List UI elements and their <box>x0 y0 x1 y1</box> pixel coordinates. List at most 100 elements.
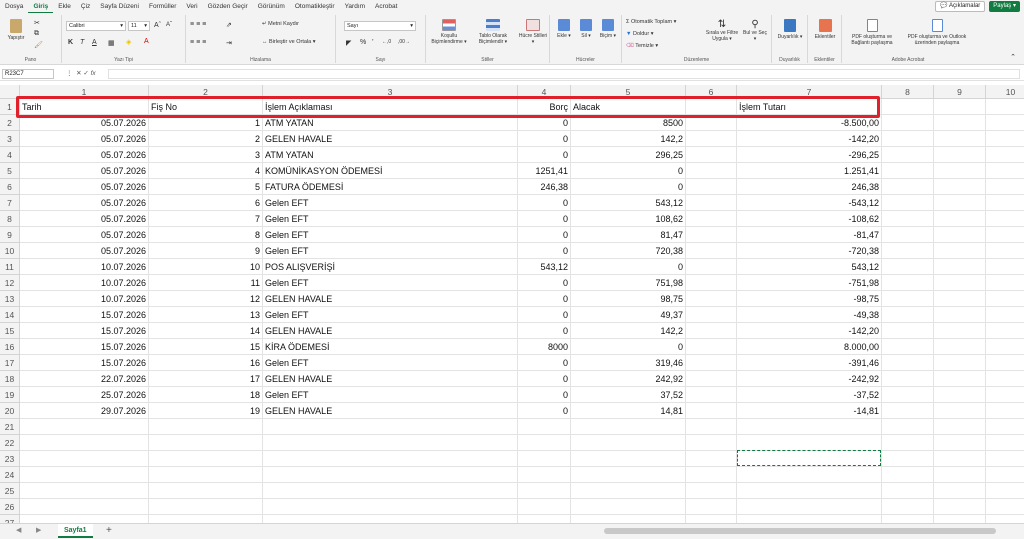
row-header[interactable]: 5 <box>0 163 20 179</box>
cell[interactable] <box>149 467 263 483</box>
cell[interactable] <box>934 259 986 275</box>
cell-borc[interactable]: 0 <box>518 131 571 147</box>
cell-aciklama[interactable]: GELEN HAVALE <box>263 371 518 387</box>
cell[interactable] <box>986 371 1024 387</box>
cell[interactable] <box>686 355 737 371</box>
cell-fis-no[interactable]: 3 <box>149 147 263 163</box>
header-borc[interactable]: Borç <box>518 99 571 115</box>
column-header[interactable]: 9 <box>934 85 986 99</box>
cell[interactable] <box>986 243 1024 259</box>
cell-tarih[interactable]: 29.07.2026 <box>20 403 149 419</box>
cell[interactable] <box>686 115 737 131</box>
cell-borc[interactable]: 0 <box>518 211 571 227</box>
cell-tarih[interactable]: 05.07.2026 <box>20 227 149 243</box>
cell-fis-no[interactable]: 11 <box>149 275 263 291</box>
cell[interactable] <box>986 483 1024 499</box>
row-header[interactable]: 17 <box>0 355 20 371</box>
column-header[interactable]: 6 <box>686 85 737 99</box>
row-header[interactable]: 20 <box>0 403 20 419</box>
sheet-tab-sayfa1[interactable]: Sayfa1 <box>58 524 93 538</box>
cell-aciklama[interactable]: Gelen EFT <box>263 195 518 211</box>
cell-alacak[interactable]: 0 <box>571 163 686 179</box>
borders-icon[interactable]: ▦ <box>108 39 115 47</box>
cell-borc[interactable]: 0 <box>518 195 571 211</box>
cell[interactable] <box>934 403 986 419</box>
cell[interactable] <box>737 515 882 523</box>
cell-alacak[interactable]: 14,81 <box>571 403 686 419</box>
conditional-format-button[interactable]: Koşullu Biçimlendirme ▾ <box>428 19 470 45</box>
cell-fis-no[interactable]: 14 <box>149 323 263 339</box>
cell[interactable] <box>571 515 686 523</box>
cell[interactable] <box>986 323 1024 339</box>
cell-borc[interactable]: 0 <box>518 275 571 291</box>
next-sheet-icon[interactable]: ▶ <box>36 526 41 534</box>
cell[interactable] <box>686 259 737 275</box>
cell-tarih[interactable]: 05.07.2026 <box>20 131 149 147</box>
cell[interactable] <box>986 339 1024 355</box>
column-header[interactable]: 2 <box>149 85 263 99</box>
cell-aciklama[interactable]: Gelen EFT <box>263 211 518 227</box>
cell[interactable] <box>149 515 263 523</box>
cell-tutar[interactable]: -720,38 <box>737 243 882 259</box>
cell-aciklama[interactable]: GELEN HAVALE <box>263 291 518 307</box>
cell-alacak[interactable]: 0 <box>571 339 686 355</box>
cell[interactable] <box>882 147 934 163</box>
cell[interactable] <box>934 467 986 483</box>
cell-fis-no[interactable]: 18 <box>149 387 263 403</box>
cell[interactable] <box>882 515 934 523</box>
cell[interactable] <box>20 435 149 451</box>
cell[interactable] <box>149 419 263 435</box>
cell-alacak[interactable]: 319,46 <box>571 355 686 371</box>
cell[interactable] <box>686 307 737 323</box>
cell-borc[interactable]: 0 <box>518 227 571 243</box>
cell-tutar[interactable]: 1.251,41 <box>737 163 882 179</box>
row-header[interactable]: 1 <box>0 99 20 115</box>
cell[interactable] <box>571 451 686 467</box>
cell-borc[interactable]: 8000 <box>518 339 571 355</box>
cell[interactable] <box>986 131 1024 147</box>
cell[interactable] <box>934 195 986 211</box>
insert-cells-button[interactable]: Ekle ▾ <box>554 19 574 39</box>
row-header[interactable]: 9 <box>0 227 20 243</box>
menu-item[interactable]: Görünüm <box>253 0 290 13</box>
cell-alacak[interactable]: 296,25 <box>571 147 686 163</box>
cell[interactable] <box>263 515 518 523</box>
format-cells-button[interactable]: Biçim ▾ <box>598 19 618 39</box>
menu-item[interactable]: Veri <box>181 0 202 13</box>
cell-alacak[interactable]: 142,2 <box>571 323 686 339</box>
decrease-decimal-icon[interactable]: ,00→ <box>398 39 410 45</box>
cell-aciklama[interactable]: GELEN HAVALE <box>263 403 518 419</box>
cell-tarih[interactable]: 10.07.2026 <box>20 291 149 307</box>
cell-fis-no[interactable]: 12 <box>149 291 263 307</box>
cell[interactable] <box>882 499 934 515</box>
cell[interactable] <box>263 467 518 483</box>
spreadsheet-grid[interactable]: 1 2 3 4 5 6 7 8 9 10 1 2 3 4 5 6 7 8 9 10 11 12 13 14 15 16 17 18 19… <box>0 85 1024 523</box>
cell-fis-no[interactable]: 10 <box>149 259 263 275</box>
cell[interactable] <box>686 275 737 291</box>
cell-tutar[interactable]: -8.500,00 <box>737 115 882 131</box>
cell-borc[interactable]: 0 <box>518 307 571 323</box>
cell-tarih[interactable]: 05.07.2026 <box>20 147 149 163</box>
indent-icon[interactable]: ⇥ <box>226 39 232 47</box>
cell-tarih[interactable]: 25.07.2026 <box>20 387 149 403</box>
cell[interactable] <box>986 99 1024 115</box>
cell[interactable] <box>934 371 986 387</box>
cell-tutar[interactable]: -543,12 <box>737 195 882 211</box>
cell[interactable] <box>882 291 934 307</box>
cell-tutar[interactable]: -49,38 <box>737 307 882 323</box>
cell[interactable] <box>986 147 1024 163</box>
cell[interactable] <box>882 339 934 355</box>
cell[interactable] <box>882 403 934 419</box>
copy-icon[interactable]: ⧉ <box>34 30 39 38</box>
cell-tarih[interactable]: 05.07.2026 <box>20 163 149 179</box>
sensitivity-button[interactable]: Duyarlılık ▾ <box>776 19 804 40</box>
menu-item[interactable]: Sayfa Düzeni <box>95 0 144 13</box>
paste-button[interactable]: Yapıştır <box>6 19 26 41</box>
cell[interactable] <box>20 515 149 523</box>
cell[interactable] <box>882 259 934 275</box>
number-format-select[interactable]: Sayı ▾ <box>344 21 416 31</box>
cell[interactable] <box>149 451 263 467</box>
row-header[interactable]: 7 <box>0 195 20 211</box>
cell[interactable] <box>934 131 986 147</box>
cell[interactable] <box>686 467 737 483</box>
